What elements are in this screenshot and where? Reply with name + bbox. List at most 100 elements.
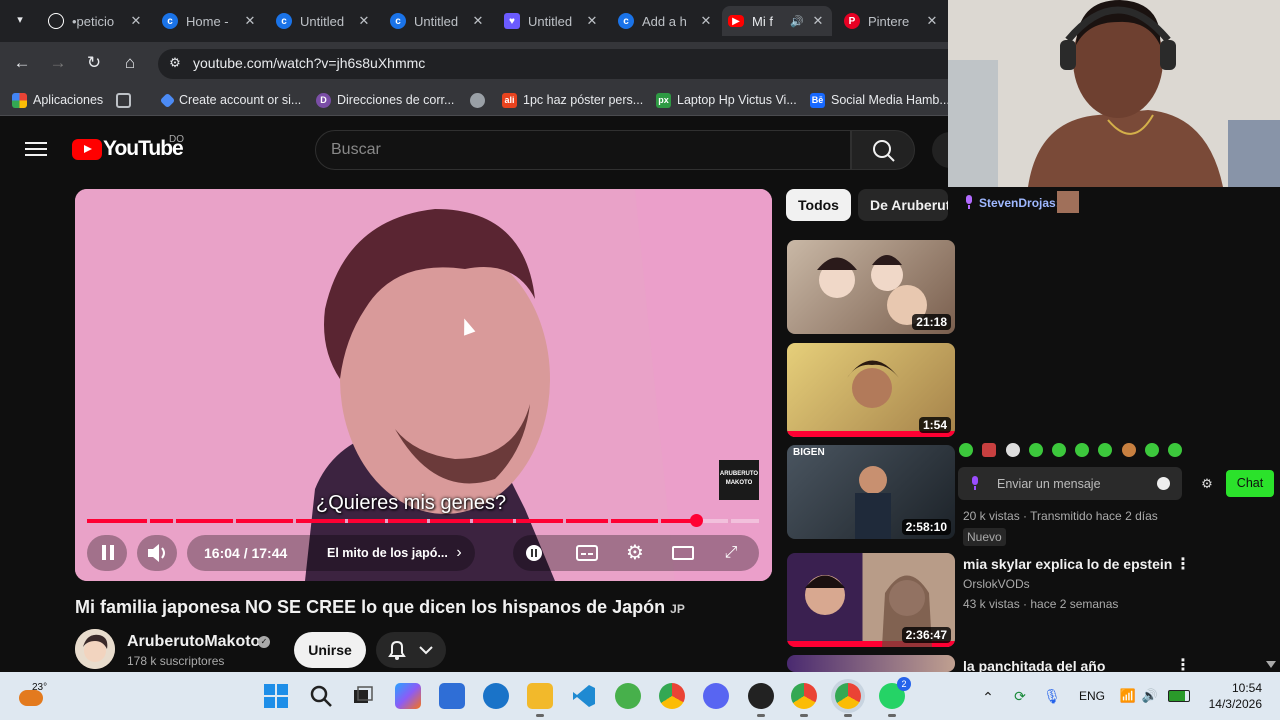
url-text[interactable]: youtube.com/watch?v=jh6s8uXhmmc (193, 55, 425, 71)
browser-tab[interactable]: c Add a h ✕ (612, 6, 720, 36)
bookmark-direcciones[interactable]: D Direcciones de corr... (316, 91, 454, 109)
tray-chevron-up-icon[interactable]: ⌃ (978, 689, 998, 705)
chat-settings-icon[interactable]: ⚙ (1199, 476, 1215, 492)
close-tab-icon[interactable]: ✕ (356, 13, 372, 29)
channel-name[interactable]: AruberutoMakoto (127, 633, 260, 651)
scroll-down-icon[interactable] (1266, 661, 1276, 668)
speaker-icon[interactable]: 🔊 (790, 15, 804, 28)
notifications-button[interactable] (376, 632, 446, 668)
chrome-active-icon[interactable] (835, 683, 861, 717)
weather-temperature[interactable]: 23° (32, 682, 47, 693)
browser-tab[interactable]: c Home - ✕ (156, 6, 264, 36)
close-tab-icon[interactable]: ✕ (242, 13, 258, 29)
recommendation-thumbnail[interactable] (787, 655, 955, 672)
progress-scrubber[interactable] (689, 514, 703, 527)
browser-tab[interactable]: c Untitled ✕ (384, 6, 492, 36)
file-explorer-icon[interactable] (527, 683, 553, 717)
browser-tab[interactable]: P Pintere ✕ (838, 6, 946, 36)
search-box[interactable] (315, 130, 851, 170)
japan-flag-icon: JP (670, 602, 685, 616)
microphone-icon[interactable]: 🎙 (1043, 688, 1061, 706)
emoji-picker-icon[interactable] (1157, 477, 1170, 490)
theater-mode-icon[interactable] (670, 540, 696, 566)
microsoft365-icon[interactable] (395, 683, 421, 709)
more-options-icon[interactable]: ⋮ (1175, 556, 1191, 574)
chip-from-channel[interactable]: De Aruberuto (858, 189, 948, 221)
channel-avatar[interactable] (75, 629, 115, 669)
aliexpress-icon: ali (502, 92, 517, 108)
close-tab-icon[interactable]: ✕ (470, 13, 486, 29)
mail-icon[interactable] (483, 683, 509, 709)
search-icon[interactable] (308, 683, 334, 709)
chrome-profile-icon[interactable] (791, 683, 817, 717)
volume-icon[interactable]: 🔊 (1141, 688, 1159, 706)
youtube-logo-icon[interactable] (72, 139, 102, 160)
video-title-link[interactable]: mia skylar explica lo de epstein (963, 556, 1172, 572)
utorrent-icon[interactable] (615, 683, 641, 709)
chat-input-placeholder[interactable]: Enviar un mensaje (997, 477, 1101, 491)
close-tab-icon[interactable]: ✕ (698, 13, 714, 29)
fullscreen-icon[interactable]: ⤢ (718, 540, 744, 566)
wifi-icon[interactable]: 📶 (1118, 688, 1138, 706)
recommendation-thumbnail[interactable]: 1:54 (787, 343, 955, 437)
browser-tab[interactable]: ♥ Untitled ✕ (498, 6, 606, 36)
task-view-icon[interactable] (350, 683, 376, 709)
subtitles-icon[interactable] (574, 540, 600, 566)
battery-icon[interactable] (1168, 690, 1190, 702)
bookmark-label: Aplicaciones (33, 93, 104, 107)
bookmark-globe[interactable] (470, 91, 491, 109)
site-info-icon[interactable]: ⚙ (165, 53, 185, 73)
bookmark-social-media[interactable]: Bē Social Media Hamb... (810, 91, 950, 109)
browser-tab[interactable]: c Untitled ✕ (270, 6, 378, 36)
close-tab-icon[interactable]: ✕ (924, 13, 940, 29)
chapter-chevron-icon[interactable]: › (446, 540, 472, 566)
webcam-overlay (948, 0, 1280, 187)
store-icon[interactable] (439, 683, 465, 709)
close-tab-icon[interactable]: ✕ (584, 13, 600, 29)
home-icon[interactable]: ⌂ (116, 49, 144, 77)
bookmark-poster[interactable]: ali 1pc haz póster pers... (502, 91, 643, 109)
volume-icon[interactable] (143, 540, 171, 566)
obs-icon[interactable] (748, 683, 774, 717)
bookmark-grid[interactable] (116, 91, 137, 109)
close-tab-icon[interactable]: ✕ (128, 13, 144, 29)
bookmark-laptop[interactable]: px Laptop Hp Victus Vi... (656, 91, 797, 109)
search-input[interactable]: Buscar (331, 141, 381, 159)
globe-icon (470, 92, 485, 108)
start-windows-icon[interactable] (263, 683, 289, 709)
clock-date[interactable]: 14/3/2026 (1200, 697, 1262, 711)
close-tab-icon[interactable]: ✕ (810, 13, 826, 29)
settings-gear-icon[interactable]: ⚙ (622, 540, 648, 566)
forward-icon[interactable]: → (44, 49, 72, 77)
bookmark-apps[interactable]: Aplicaciones (12, 91, 103, 109)
browser-tab-active[interactable]: ▶ Mi f 🔊 ✕ (722, 6, 832, 36)
vscode-icon[interactable] (571, 683, 597, 709)
recommendation-thumbnail[interactable]: BIGEN 2:58:10 (787, 445, 955, 539)
tab-title: Untitled (300, 13, 345, 29)
channel-watermark[interactable]: ARUBERUTO MAKOTO (719, 460, 759, 500)
tab-search-dropdown-icon[interactable]: ▾ (10, 10, 30, 30)
tab-title: Untitled (528, 13, 573, 29)
recommendation-thumbnail[interactable]: 2:36:47 (787, 553, 955, 647)
back-icon[interactable]: ← (8, 49, 36, 77)
menu-icon[interactable] (22, 138, 50, 160)
discord-icon[interactable] (703, 683, 729, 709)
chip-all[interactable]: Todos (786, 189, 851, 221)
sync-icon[interactable]: ⟳ (1010, 688, 1030, 706)
chat-send-button[interactable]: Chat (1226, 470, 1274, 497)
whatsapp-icon[interactable]: 2 (879, 677, 911, 717)
chapter-title[interactable]: El mito de los japó... (327, 546, 448, 560)
input-language[interactable]: ENG (1079, 689, 1105, 703)
recommendation-thumbnail[interactable]: 21:18 (787, 240, 955, 334)
bookmark-create-account[interactable]: Create account or si... (159, 91, 301, 109)
pause-icon[interactable] (93, 537, 123, 567)
channel-link[interactable]: OrslokVODs (963, 577, 1030, 591)
chrome-icon[interactable] (659, 683, 685, 709)
clock-time[interactable]: 10:54 (1220, 681, 1262, 695)
browser-tab[interactable]: •peticio ✕ (42, 6, 150, 36)
join-button[interactable]: Unirse (294, 632, 366, 668)
bell-icon (388, 640, 433, 660)
search-button[interactable] (851, 130, 915, 170)
reload-icon[interactable]: ↻ (80, 49, 108, 77)
autoplay-toggle-icon[interactable] (521, 540, 547, 566)
